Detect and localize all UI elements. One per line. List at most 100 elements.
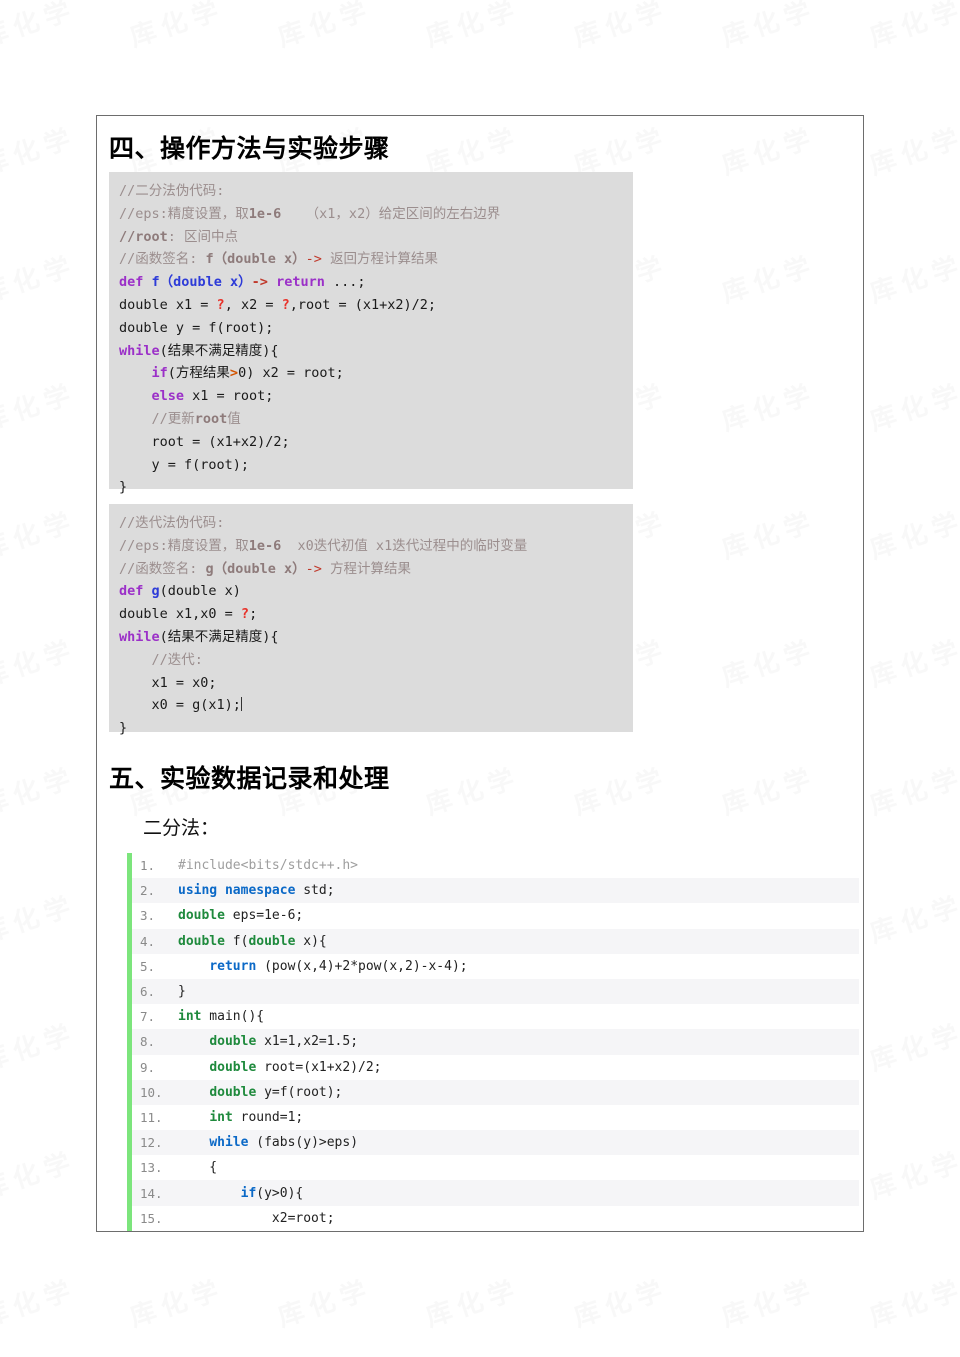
code-token: //迭代法伪代码:: [119, 515, 225, 531]
code-token: (pow(x,4)+2*pow(x,2)-x-4);: [256, 958, 468, 974]
code-token: return: [276, 274, 325, 291]
code-line-source: double y=f(root);: [178, 1085, 859, 1100]
code-token: y=f(root);: [256, 1084, 343, 1100]
code-token: >: [229, 365, 239, 382]
subsection-label-bisection: 二分法：: [143, 818, 220, 839]
code-line-row[interactable]: 10. double y=f(root);: [132, 1079, 859, 1105]
code-token: {: [178, 1160, 218, 1176]
code-token: f（double x）: [205, 251, 306, 268]
code-listing-bisection-cpp[interactable]: 1. #include<bits/stdc++.h> 2. using namespa…: [127, 853, 859, 1231]
watermark-text: 库 化 学: [866, 124, 960, 181]
code-token: root=(x1+x2)/2;: [256, 1059, 382, 1075]
code-token: //root: [119, 228, 168, 245]
code-token: }: [119, 720, 128, 737]
code-token: double: [178, 933, 225, 949]
watermark-text: 库 化 学: [0, 1276, 74, 1333]
code-token: ?: [240, 606, 250, 623]
code-token: ->: [251, 274, 277, 291]
code-token: int: [178, 1009, 202, 1025]
code-line-row[interactable]: 11. int round=1;: [132, 1104, 859, 1131]
code-line-source: if(y>0){: [178, 1186, 859, 1201]
code-line-row[interactable]: 5. return (pow(x,4)+2*pow(x,2)-x-4);: [132, 953, 859, 979]
code-token: root = (x1+x2)/2;: [119, 433, 290, 450]
pseudocode-line: y = f(root);: [119, 454, 623, 477]
code-line-row[interactable]: 15. x2=root;: [132, 1205, 859, 1231]
code-line-row[interactable]: 9. double root=(x1+x2)/2;: [132, 1054, 859, 1080]
code-token: }: [119, 479, 128, 496]
code-line-number: 13.: [140, 1160, 163, 1176]
text-caret: [240, 697, 242, 712]
code-line-row[interactable]: 1. #include<bits/stdc++.h>: [132, 853, 859, 879]
code-token: ->: [305, 560, 331, 577]
code-token: //函数签名:: [119, 251, 206, 268]
code-token: g（double x）: [205, 560, 306, 577]
code-token: return: [209, 958, 257, 974]
watermark-text: 库 化 学: [570, 1276, 666, 1333]
code-line-source: while (fabs(y)>eps): [178, 1135, 859, 1150]
code-token: double x1,x0 =: [119, 606, 241, 623]
code-token: f（double x）: [151, 274, 252, 291]
watermark-text: 库 化 学: [718, 1276, 814, 1333]
code-token: double x1 =: [119, 296, 217, 313]
watermark-text: 库 化 学: [0, 1020, 74, 1077]
watermark-text: 库 化 学: [866, 892, 960, 949]
code-token: （x1，x2）给定区间的左右边界: [281, 205, 501, 222]
code-line-number: 11.: [140, 1109, 163, 1125]
code-token: //eps:精度设置，取: [119, 537, 249, 554]
watermark-text: 库 化 学: [0, 764, 74, 821]
code-token: double: [178, 908, 225, 924]
watermark-text: 库 化 学: [0, 892, 74, 949]
code-line-number: 4.: [140, 933, 156, 949]
code-token: round=1;: [232, 1109, 304, 1125]
code-line-row[interactable]: 13. {: [132, 1155, 859, 1181]
watermark-text: 库 化 学: [126, 1276, 222, 1333]
code-token: x){: [295, 933, 327, 949]
code-line-source: }: [178, 984, 859, 999]
pseudocode-line: }: [119, 476, 623, 499]
code-line-number: 3.: [140, 908, 156, 924]
watermark-text: 库 化 学: [866, 380, 960, 437]
code-token: (结果不满足精度){: [159, 342, 279, 359]
pseudocode-block-iteration: //迭代法伪代码: //eps:精度设置，取1e-6 x0迭代初值 x1迭代过程中…: [109, 504, 633, 736]
code-line-row[interactable]: 12. while (fabs(y)>eps): [132, 1130, 859, 1156]
pseudocode-line: root = (x1+x2)/2;: [119, 431, 623, 454]
code-line-source: double root=(x1+x2)/2;: [178, 1060, 859, 1075]
watermark-text: 库 化 学: [570, 0, 666, 53]
code-token: main(){: [201, 1009, 265, 1025]
code-line-source: {: [178, 1160, 859, 1175]
code-line-row[interactable]: 4. double f(double x){: [132, 928, 859, 954]
code-token: ...;: [324, 274, 366, 291]
code-token: x1=1,x2=1.5;: [256, 1034, 359, 1050]
code-token: ->: [305, 251, 331, 268]
code-line-row[interactable]: 2. using namespace std;: [132, 878, 859, 904]
pseudocode-line: //迭代:: [119, 649, 623, 672]
code-token: //更新: [119, 410, 195, 427]
code-token: x0迭代初值 x1迭代过程中的临时变量: [281, 537, 528, 554]
pseudocode-line: //函数签名: f（double x）-> 返回方程计算结果: [119, 248, 623, 271]
code-token: (结果不满足精度){: [159, 628, 279, 645]
code-line-source: int main(){: [178, 1009, 859, 1024]
code-line-row[interactable]: 6.}: [132, 978, 859, 1005]
pseudocode-line: //二分法伪代码:: [119, 180, 623, 203]
code-line-row[interactable]: 3. double eps=1e-6;: [132, 903, 859, 929]
code-line-row[interactable]: 14. if(y>0){: [132, 1180, 859, 1206]
code-token: , x2 =: [224, 296, 282, 313]
watermark-text: 库 化 学: [422, 1276, 518, 1333]
code-line-row[interactable]: 8. double x1=1,x2=1.5;: [132, 1029, 859, 1055]
pseudocode-line: x0 = g(x1);: [119, 694, 623, 717]
watermark-text: 库 化 学: [866, 1276, 960, 1333]
code-token: 返回方程计算结果: [330, 251, 439, 268]
watermark-text: 库 化 学: [866, 252, 960, 309]
section-heading-four: 四、操作方法与实验步骤: [109, 136, 390, 163]
code-token: def: [119, 583, 152, 600]
code-token: while: [119, 628, 160, 645]
pseudocode-line: double x1,x0 = ?;: [119, 603, 623, 626]
watermark-text: 库 化 学: [0, 124, 74, 181]
code-line-row[interactable]: 7. int main(){: [132, 1004, 859, 1030]
